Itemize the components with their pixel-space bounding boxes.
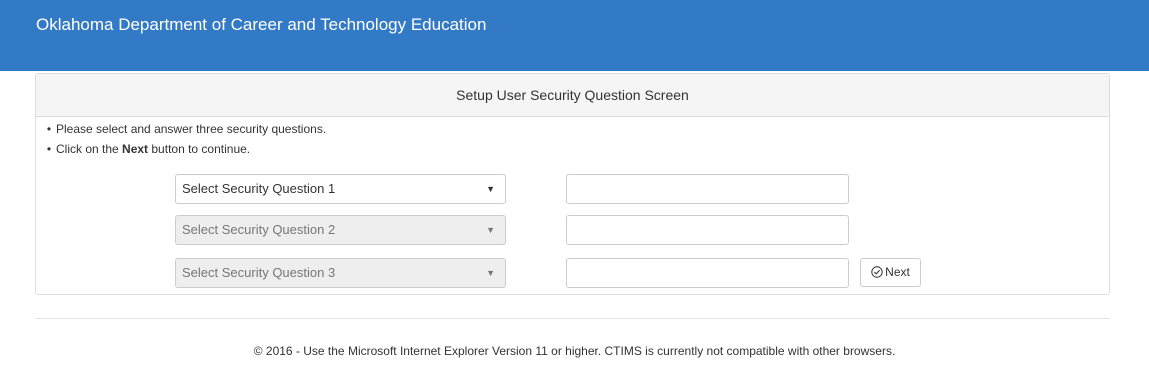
security-answer-2-input[interactable] (566, 215, 849, 245)
security-answer-3-input[interactable] (566, 258, 849, 288)
caret-down-icon: ▼ (486, 225, 495, 235)
select-value: Select Security Question 3 (182, 265, 336, 280)
bullet-icon: • (46, 122, 52, 136)
instruction-text: Click on the (56, 142, 123, 156)
security-question-2-select[interactable]: Select Security Question 2 ▼ (175, 215, 506, 245)
instruction-text: Please select and answer three security … (56, 122, 327, 136)
next-button-label: Next (885, 265, 910, 279)
security-answer-1-input[interactable] (566, 174, 849, 204)
next-button[interactable]: Next (860, 258, 921, 287)
bullet-icon: • (46, 142, 52, 156)
instructions-list: • Please select and answer three security… (42, 119, 326, 159)
footer-text: © 2016 - Use the Microsoft Internet Expl… (253, 344, 896, 358)
security-question-3-select[interactable]: Select Security Question 3 ▼ (175, 258, 506, 288)
security-question-panel: Setup User Security Question Screen • Ple… (35, 73, 1110, 295)
panel-heading: Setup User Security Question Screen (36, 74, 1109, 117)
select-value: Select Security Question 1 (182, 181, 336, 196)
security-question-1-select[interactable]: Select Security Question 1 ▼ (175, 174, 506, 204)
check-circle-icon (871, 266, 883, 278)
caret-down-icon: ▼ (486, 268, 495, 278)
site-title: Oklahoma Department of Career and Techno… (36, 15, 487, 34)
caret-down-icon: ▼ (486, 184, 495, 194)
top-header-bar: Oklahoma Department of Career and Techno… (0, 0, 1149, 71)
instruction-item: • Click on the Next button to continue. (42, 139, 326, 159)
instruction-text: button to continue. (148, 142, 251, 156)
instruction-item: • Please select and answer three security… (42, 119, 326, 139)
instruction-next-keyword: Next (122, 142, 149, 156)
select-value: Select Security Question 2 (182, 222, 336, 237)
footer-divider (35, 318, 1110, 319)
